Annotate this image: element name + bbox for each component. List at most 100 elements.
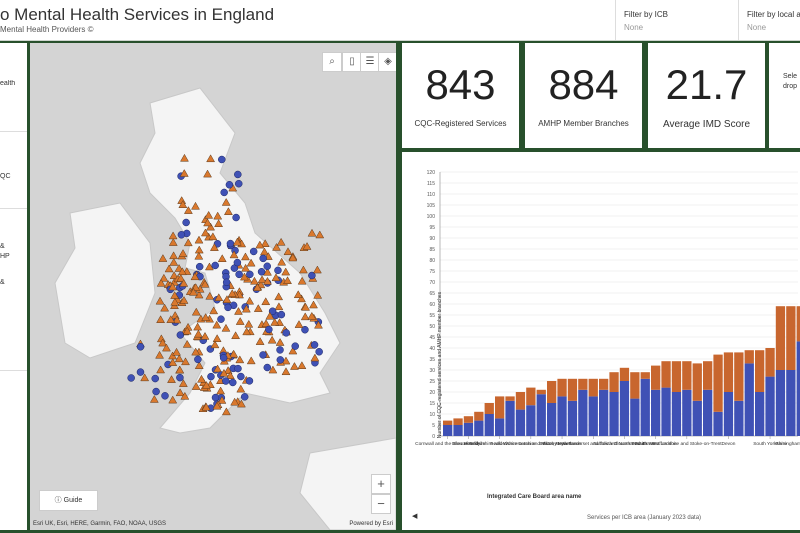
amhp-branch-marker	[263, 262, 271, 271]
bar-cqc	[443, 425, 453, 436]
services-bar-chart[interactable]: 0 5 10 15 20 25 30 35 40 45 50 55 60 65 70 75 80 85 90 95 10…	[402, 152, 800, 530]
chart-caption: Services per ICB area (January 2023 data…	[587, 515, 702, 521]
bar-amhp	[786, 306, 796, 370]
bar-cqc	[526, 405, 536, 436]
y-tick-label: 80	[429, 258, 435, 264]
bar-cqc	[651, 389, 661, 436]
bar-cqc	[630, 398, 640, 436]
bar-amhp	[640, 372, 650, 379]
bar-amhp	[505, 396, 515, 401]
bar-cqc	[713, 411, 723, 436]
left-panel-item[interactable]: &	[0, 279, 27, 286]
amhp-branch-marker	[310, 341, 319, 349]
bar-amhp	[619, 367, 630, 381]
filter-la-value: None	[747, 23, 767, 32]
amhp-branch-marker	[219, 354, 228, 362]
selection-text: drop	[783, 83, 798, 90]
left-side-panel: ealth QC & HP &	[0, 43, 27, 530]
search-icon[interactable]: ⌕	[322, 52, 342, 72]
bar-cqc	[588, 396, 598, 436]
bookmark-icon[interactable]: ▯	[342, 52, 362, 72]
bar-cqc	[755, 392, 765, 436]
amhp-branch-marker	[220, 188, 228, 197]
bar-cqc	[599, 389, 609, 436]
amhp-branch-marker	[282, 329, 290, 337]
layers-icon[interactable]: ◈	[378, 52, 396, 72]
bar-cqc	[557, 396, 567, 436]
bar-cqc	[796, 341, 800, 436]
amhp-branch-marker	[207, 372, 215, 381]
zoom-in-button[interactable]: +	[371, 474, 391, 494]
y-tick-label: 15	[429, 401, 435, 407]
bar-amhp	[682, 361, 692, 390]
x-tick-label: Devon	[722, 441, 736, 447]
bar-cqc	[734, 400, 744, 436]
left-panel-item[interactable]: ealth	[0, 80, 27, 87]
amhp-branch-marker	[182, 218, 190, 227]
legend-icon[interactable]: ☰	[360, 52, 380, 72]
bar-cqc	[505, 400, 515, 436]
y-tick-label: 45	[429, 335, 435, 341]
bar-amhp	[692, 363, 702, 401]
bar-amhp	[474, 411, 484, 421]
bar-amhp	[651, 365, 661, 390]
bar-amhp	[703, 361, 713, 390]
y-tick-label: 60	[429, 302, 435, 308]
bar-cqc	[609, 392, 619, 436]
x-tick-label: Staffordshire and Stoke-on-Trent	[652, 441, 722, 447]
amhp-branch-marker	[194, 355, 202, 364]
bar-cqc	[671, 392, 682, 436]
amhp-branch-marker	[233, 258, 242, 267]
divider	[0, 208, 27, 209]
amhp-branch-marker	[240, 393, 249, 401]
amhp-branch-marker	[246, 270, 254, 279]
y-tick-label: 65	[429, 291, 435, 297]
filter-local-authority[interactable]: Filter by local au None	[738, 0, 800, 40]
map-attribution: Esri UK, Esri, HERE, Garmin, FAO, NOAA, …	[33, 521, 167, 527]
amhp-branch-marker	[259, 351, 267, 359]
amhp-branch-marker	[195, 262, 204, 271]
bar-cqc	[619, 381, 630, 436]
bar-amhp	[453, 418, 463, 425]
kpi-cqc-label: CQC-Registered Services	[414, 119, 507, 128]
y-tick-label: 115	[427, 181, 435, 187]
bar-cqc	[744, 363, 754, 436]
amhp-branch-marker	[127, 374, 135, 382]
bar-cqc	[703, 389, 713, 436]
amhp-branch-marker	[217, 315, 225, 323]
bar-cqc	[567, 400, 578, 436]
bar-amhp	[515, 392, 526, 410]
bar-cqc	[536, 394, 546, 436]
amhp-branch-marker	[176, 373, 184, 382]
left-panel-item[interactable]: HP	[0, 253, 27, 260]
amhp-branch-marker	[315, 348, 323, 356]
kpi-imd: 21.7 Average IMD Score	[648, 43, 765, 148]
services-map[interactable]: ⌕ ▯ ☰ ◈ + − ⓘ Guide Esri UK, Esri, HERE,…	[30, 43, 396, 530]
amhp-branch-marker	[265, 325, 273, 334]
filter-icb[interactable]: Filter by ICB None	[615, 0, 739, 40]
divider	[0, 370, 27, 371]
amhp-branch-marker	[257, 268, 266, 276]
left-panel-item[interactable]: QC	[0, 173, 27, 180]
y-tick-label: 20	[429, 390, 435, 396]
guide-button[interactable]: ⓘ Guide	[39, 490, 98, 511]
bar-amhp	[723, 352, 734, 392]
zoom-out-button[interactable]: −	[371, 494, 391, 514]
amhp-branch-marker	[234, 179, 243, 188]
y-tick-label: 50	[429, 324, 435, 330]
bar-cqc	[547, 403, 557, 436]
y-tick-label: 55	[429, 313, 435, 319]
y-tick-label: 100	[427, 214, 436, 220]
bar-cqc	[463, 422, 474, 436]
y-tick-label: 10	[429, 412, 435, 418]
amhp-branch-marker	[245, 377, 254, 385]
bar-amhp	[744, 350, 754, 364]
bar-amhp	[775, 306, 786, 370]
caret-left-icon[interactable]: ◀	[412, 512, 417, 520]
left-panel-item[interactable]: &	[0, 243, 27, 250]
powered-by-esri[interactable]: Powered by Esri	[349, 521, 393, 527]
amhp-branch-marker	[177, 231, 186, 239]
bar-amhp	[734, 352, 744, 401]
bar-cqc	[692, 400, 702, 436]
y-tick-label: 30	[429, 368, 435, 374]
